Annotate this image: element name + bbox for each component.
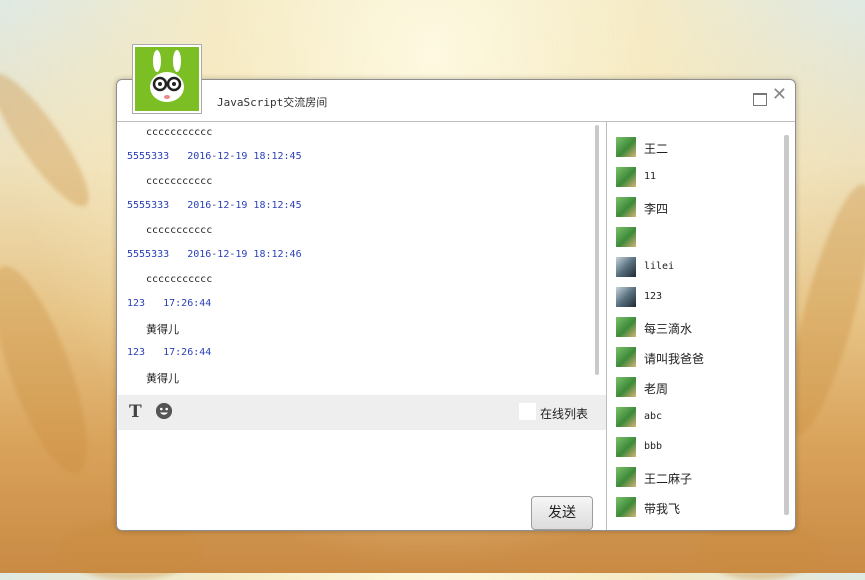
message-text: ccccccccccc xyxy=(146,274,213,285)
emoji-face-icon xyxy=(156,403,172,419)
message-meta: 123 17:26:44 xyxy=(127,298,212,309)
user-avatar xyxy=(616,467,636,487)
user-avatar xyxy=(616,197,636,217)
user-avatar xyxy=(616,497,636,517)
send-button[interactable]: 发送 xyxy=(531,496,593,530)
message-list: ccccccccccc 5555333 2016-12-19 18:12:45 cc… xyxy=(118,122,606,394)
user-name: 李四 xyxy=(644,202,669,216)
message-text: ccccccccccc xyxy=(146,176,213,187)
user-avatar xyxy=(616,167,636,187)
message-text: ccccccccccc xyxy=(146,127,213,138)
user-avatar xyxy=(616,137,636,157)
user-name: 请叫我爸爸 xyxy=(644,352,705,366)
user-list-item[interactable]: 11 xyxy=(616,167,786,187)
user-name: lilei xyxy=(644,261,675,272)
title-bar: JavaScript交流房间 ✕ xyxy=(117,80,795,122)
user-list-item[interactable]: 123 xyxy=(616,287,786,307)
user-list-item[interactable]: lilei xyxy=(616,257,786,277)
user-list-item[interactable]: 每三滴水 xyxy=(616,317,786,337)
rabbit-icon xyxy=(150,50,184,102)
user-list-scrollbar[interactable] xyxy=(784,135,789,515)
user-list-item[interactable] xyxy=(616,227,786,247)
emoji-icon[interactable] xyxy=(156,403,172,419)
user-avatar xyxy=(616,317,636,337)
user-name: abc xyxy=(644,411,663,422)
user-list-item[interactable]: abc xyxy=(616,407,786,427)
maximize-icon[interactable] xyxy=(753,93,767,106)
user-list-item[interactable]: 带我飞 xyxy=(616,497,786,517)
user-list-item[interactable]: 李四 xyxy=(616,197,786,217)
message-meta: 5555333 2016-12-19 18:12:45 xyxy=(127,200,302,211)
message-text: 黄得儿 xyxy=(146,372,179,385)
user-name: 带我飞 xyxy=(644,502,681,516)
user-avatar xyxy=(616,227,636,247)
room-avatar xyxy=(132,44,202,114)
close-icon[interactable]: ✕ xyxy=(772,86,787,104)
window-title: JavaScript交流房间 xyxy=(217,96,328,109)
user-avatar xyxy=(616,257,636,277)
message-meta: 123 17:26:44 xyxy=(127,347,212,358)
user-name: 老周 xyxy=(644,382,669,396)
user-list-item[interactable]: 请叫我爸爸 xyxy=(616,347,786,367)
message-meta: 5555333 2016-12-19 18:12:46 xyxy=(127,249,302,260)
online-list-label: 在线列表 xyxy=(540,407,589,421)
message-input[interactable] xyxy=(118,430,606,494)
user-list-item[interactable]: bbb xyxy=(616,437,786,457)
chat-window: JavaScript交流房间 ✕ ccccccccccc 5555333 2016… xyxy=(116,79,796,531)
online-list-checkbox[interactable] xyxy=(519,403,536,420)
user-avatar xyxy=(616,347,636,367)
wheat-decoration xyxy=(0,62,103,218)
user-list: 王二 11 李四 lilei 123 每三滴水请叫我爸爸老周 abc bbb 王二麻子带我飞 xyxy=(607,122,795,530)
message-scrollbar[interactable] xyxy=(595,125,599,375)
user-name: 王二麻子 xyxy=(644,472,693,486)
user-avatar xyxy=(616,437,636,457)
user-name: 每三滴水 xyxy=(644,322,693,336)
user-name: bbb xyxy=(644,441,663,452)
user-list-item[interactable]: 王二麻子 xyxy=(616,467,786,487)
user-name: 123 xyxy=(644,291,663,302)
user-name: 11 xyxy=(644,171,657,182)
user-avatar xyxy=(616,407,636,427)
message-text: 黄得儿 xyxy=(146,323,179,336)
user-name: 王二 xyxy=(644,142,669,156)
user-avatar xyxy=(616,377,636,397)
user-avatar xyxy=(616,287,636,307)
input-toolbar: T 在线列表 xyxy=(118,395,606,430)
user-list-item[interactable]: 王二 xyxy=(616,137,786,157)
wheat-decoration xyxy=(0,256,106,484)
message-meta: 5555333 2016-12-19 18:12:45 xyxy=(127,151,302,162)
user-list-item[interactable]: 老周 xyxy=(616,377,786,397)
message-text: ccccccccccc xyxy=(146,225,213,236)
text-format-icon[interactable]: T xyxy=(129,402,142,422)
